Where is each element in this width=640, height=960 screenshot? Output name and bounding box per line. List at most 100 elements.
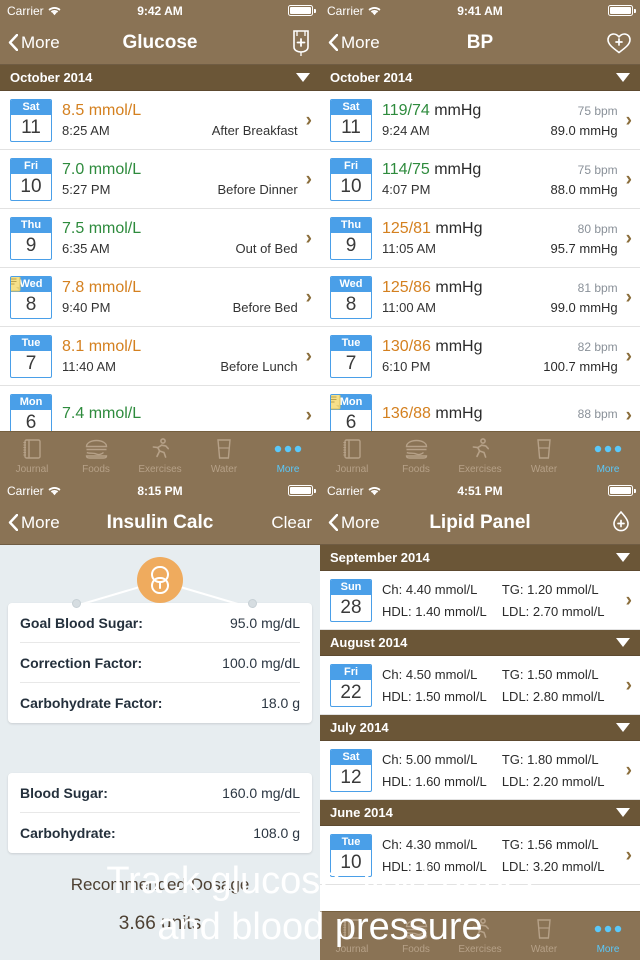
journal-icon bbox=[340, 436, 364, 462]
tab-journal[interactable]: Journal bbox=[320, 916, 384, 955]
date-badge-dow: Mon bbox=[11, 394, 51, 410]
glucose-row[interactable]: Tue 7 8.1 mmol/L 11:40 AM Before Lunch › bbox=[0, 327, 320, 386]
clear-button[interactable]: Clear bbox=[271, 513, 312, 533]
tab-water[interactable]: Water bbox=[512, 916, 576, 955]
lipid-ch: Ch: 5.00 mmol/L bbox=[382, 751, 478, 767]
date-badge-day: 12 bbox=[340, 766, 362, 788]
tab-bar-lipid[interactable]: Journal Foods Exercises Water More bbox=[320, 911, 640, 960]
tab-exercises[interactable]: Exercises bbox=[448, 916, 512, 955]
back-label: More bbox=[341, 32, 380, 52]
tab-foods[interactable]: Foods bbox=[64, 436, 128, 475]
back-button-lipid[interactable]: More bbox=[328, 513, 380, 533]
chevron-down-icon bbox=[296, 73, 310, 82]
tab-exercises[interactable]: Exercises bbox=[448, 436, 512, 475]
wifi-icon bbox=[368, 486, 381, 496]
burger-icon bbox=[404, 436, 429, 462]
lipid-row[interactable]: Sat 12 Ch: 5.00 mmol/L TG: 1.80 mmol/L HDL: … bbox=[320, 741, 640, 800]
bp-pulse: 82 bpm bbox=[577, 340, 618, 354]
bp-row-body: 130/86 mmHg 82 bpm 6:10 PM 100.7 mmHg bbox=[382, 338, 618, 374]
date-badge: Fri 22 bbox=[330, 663, 372, 707]
chevron-right-icon: › bbox=[305, 404, 312, 426]
date-badge-day: 7 bbox=[25, 352, 37, 374]
tab-foods[interactable]: Foods bbox=[384, 916, 448, 955]
tab-journal[interactable]: Journal bbox=[0, 436, 64, 475]
tab-more[interactable]: More bbox=[576, 436, 640, 475]
runner-icon bbox=[148, 436, 172, 462]
month-header-lipid[interactable]: June 2014 bbox=[320, 800, 640, 826]
insulin-setting-row[interactable]: Correction Factor: 100.0 mg/dL bbox=[20, 643, 300, 683]
month-header-lipid[interactable]: July 2014 bbox=[320, 715, 640, 741]
lipid-hdl: HDL: 1.50 mmol/L bbox=[382, 688, 487, 704]
bp-row[interactable]: Tue 7 130/86 mmHg 82 bpm 6:10 PM 100.7 mmHg › bbox=[320, 327, 640, 386]
insulin-setting-row[interactable]: Goal Blood Sugar: 95.0 mg/dL bbox=[20, 603, 300, 643]
date-badge-dow: Thu bbox=[11, 217, 51, 233]
lipid-ldl: LDL: 2.70 mmol/L bbox=[501, 603, 605, 619]
bp-map: 89.0 mmHg bbox=[550, 123, 618, 138]
date-badge-dow: Fri bbox=[11, 158, 51, 174]
bp-row[interactable]: Thu 9 125/81 mmHg 80 bpm 11:05 AM 95.7 mmHg › bbox=[320, 209, 640, 268]
glucose-row[interactable]: Fri 10 7.0 mmol/L 5:27 PM Before Dinner › bbox=[0, 150, 320, 209]
bp-map: 100.7 mmHg bbox=[543, 359, 618, 374]
glucose-row[interactable]: Thu 9 7.5 mmol/L 6:35 AM Out of Bed › bbox=[0, 209, 320, 268]
tab-water[interactable]: Water bbox=[512, 436, 576, 475]
month-header-glucose[interactable]: October 2014 bbox=[0, 65, 320, 91]
insulin-input-card[interactable]: Blood Sugar: 160.0 mg/dL Carbohydrate: 108.… bbox=[8, 773, 312, 853]
lipid-row[interactable]: Sun 28 Ch: 4.40 mmol/L TG: 1.20 mmol/L HDL: … bbox=[320, 571, 640, 630]
month-label: October 2014 bbox=[10, 70, 93, 85]
bp-list[interactable]: Sat 11 119/74 mmHg 75 bpm 9:24 AM 89.0 mmHg › F… bbox=[320, 91, 640, 445]
tab-bar-bp[interactable]: Journal Foods Exercises Water More bbox=[320, 431, 640, 480]
insulin-input-row[interactable]: Blood Sugar: 160.0 mg/dL bbox=[20, 773, 300, 813]
back-button-bp[interactable]: More bbox=[328, 33, 380, 53]
tab-more[interactable]: More bbox=[576, 916, 640, 955]
bp-row[interactable]: Fri 10 114/75 mmHg 75 bpm 4:07 PM 88.0 mmHg › bbox=[320, 150, 640, 209]
bp-row[interactable]: Sat 11 119/74 mmHg 75 bpm 9:24 AM 89.0 mmHg › bbox=[320, 91, 640, 150]
lipid-row[interactable]: Tue 10 Ch: 4.30 mmol/L TG: 1.56 mmol/L HDL: … bbox=[320, 826, 640, 885]
insulin-setting-row-label: Carbohydrate Factor: bbox=[20, 695, 163, 711]
tab-water[interactable]: Water bbox=[192, 436, 256, 475]
status-bar-bp: Carrier 9:41 AM bbox=[320, 0, 640, 21]
month-label: June 2014 bbox=[330, 805, 393, 820]
blood-drop-plus-icon[interactable] bbox=[610, 509, 632, 537]
insulin-setting-row-value: 18.0 g bbox=[261, 695, 300, 711]
bp-time: 6:10 PM bbox=[382, 359, 431, 374]
glucose-list[interactable]: Sat 11 8.5 mmol/L 8:25 AM After Breakfast › Fr… bbox=[0, 91, 320, 445]
heart-plus-icon[interactable] bbox=[606, 31, 632, 55]
bp-unit: mmHg bbox=[429, 161, 482, 178]
carrier-label: Carrier bbox=[7, 483, 44, 498]
bp-row-body: 119/74 mmHg 75 bpm 9:24 AM 89.0 mmHg bbox=[382, 102, 618, 138]
lipid-row[interactable]: Fri 22 Ch: 4.50 mmol/L TG: 1.50 mmol/L HDL: … bbox=[320, 656, 640, 715]
insulin-input-row[interactable]: Carbohydrate: 108.0 g bbox=[20, 813, 300, 853]
tab-journal[interactable]: Journal bbox=[320, 436, 384, 475]
burger-icon bbox=[404, 916, 429, 942]
lipid-hdl: HDL: 1.60 mmol/L bbox=[382, 773, 487, 789]
lipid-hdl: HDL: 1.60 mmol/L bbox=[382, 858, 487, 874]
chevron-right-icon: › bbox=[625, 674, 632, 696]
back-label: More bbox=[21, 32, 60, 52]
bp-row[interactable]: Wed 8 125/86 mmHg 81 bpm 11:00 AM 99.0 mmHg › bbox=[320, 268, 640, 327]
tab-foods[interactable]: Foods bbox=[384, 436, 448, 475]
lipid-ch: Ch: 4.40 mmol/L bbox=[382, 581, 478, 597]
glucose-row-body: 8.1 mmol/L 11:40 AM Before Lunch bbox=[62, 338, 298, 374]
tab-bar-glucose[interactable]: Journal Foods Exercises Water More bbox=[0, 431, 320, 480]
tab-exercises[interactable]: Exercises bbox=[128, 436, 192, 475]
glucose-row[interactable]: Wed 8 7.8 mmol/L 9:40 PM Before Bed › bbox=[0, 268, 320, 327]
lipid-ldl: LDL: 2.20 mmol/L bbox=[501, 773, 605, 789]
burger-icon bbox=[84, 436, 109, 462]
insulin-setting-row[interactable]: Carbohydrate Factor: 18.0 g bbox=[20, 683, 300, 723]
month-header-bp[interactable]: October 2014 bbox=[320, 65, 640, 91]
iv-bag-plus-icon[interactable] bbox=[290, 29, 312, 57]
date-badge: Wed 8 bbox=[330, 275, 372, 319]
lipid-sections[interactable]: September 2014 Sun 28 Ch: 4.40 mmol/L TG: 1.… bbox=[320, 545, 640, 885]
month-header-lipid[interactable]: September 2014 bbox=[320, 545, 640, 571]
date-badge-dow: Wed bbox=[331, 276, 371, 292]
tab-more[interactable]: More bbox=[256, 436, 320, 475]
month-header-lipid[interactable]: August 2014 bbox=[320, 630, 640, 656]
back-button-insulin[interactable]: More bbox=[8, 513, 60, 533]
glucose-row[interactable]: Sat 11 8.5 mmol/L 8:25 AM After Breakfast › bbox=[0, 91, 320, 150]
back-button-glucose[interactable]: More bbox=[8, 33, 60, 53]
carrier-label: Carrier bbox=[327, 3, 364, 18]
lipid-hdl: HDL: 1.40 mmol/L bbox=[382, 603, 487, 619]
glucose-tag: Out of Bed bbox=[235, 241, 298, 256]
bp-unit: mmHg bbox=[430, 220, 483, 237]
insulin-settings-card[interactable]: Goal Blood Sugar: 95.0 mg/dL Correction Fa… bbox=[8, 599, 312, 723]
